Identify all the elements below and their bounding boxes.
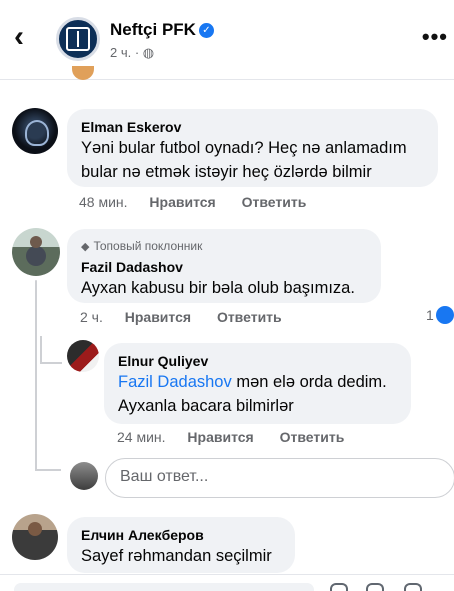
avatar[interactable] [12,228,60,276]
avatar[interactable] [12,514,58,560]
like-reaction-icon [435,306,454,324]
reply-button[interactable]: Ответить [242,194,307,210]
like-button[interactable]: Нравится [125,309,191,325]
thread-line [35,280,37,470]
comment-actions: 48 мин. Нравится Ответить [79,194,328,210]
comment-author[interactable]: Елчин Алекберов [81,526,281,544]
reply-button[interactable]: Ответить [217,309,282,325]
like-button[interactable]: Нравится [187,429,253,445]
comment-bubble: Elman Eskerov Yəni bular futbol oynadı? … [67,109,438,187]
comment-time[interactable]: 2 ч. [80,309,103,325]
diamond-icon: ◆ [81,241,90,253]
page-name[interactable]: Neftçi PFK [110,20,196,40]
comment-text-line: Fazil Dadashov mən elə orda dedim. [118,373,387,391]
reply-button[interactable]: Ответить [280,429,345,445]
thread-line [40,336,42,364]
comment-time[interactable]: 24 мин. [117,429,166,445]
reply-field[interactable] [105,458,454,498]
page-avatar[interactable] [56,17,100,61]
reaction-count[interactable]: 1 [426,306,454,324]
gif-icon[interactable] [330,583,348,591]
more-dots-icon[interactable]: ••• [422,24,448,50]
mention-link[interactable]: Fazil Dadashov [118,373,232,391]
top-fan-badge: ◆ Топовый поклонник [81,239,203,253]
comment-text: Sayef rəhmandan seçilmir [81,547,272,565]
thread-line [40,362,62,364]
comment-composer-bar [0,574,454,591]
comment-text-line: Ayxanla bacara bilmirlər [118,397,294,415]
comment-actions: 2 ч. Нравится Ответить [80,309,304,325]
comment-author[interactable]: Fazil Dadashov [81,258,367,276]
comment-author[interactable]: Elnur Quliyev [118,352,397,370]
comment-text-line: Yəni bular futbol oynadı? Heç nə anlamad… [81,139,407,157]
avatar[interactable] [12,108,58,154]
like-button[interactable]: Нравится [149,194,215,210]
post-header: ‹ Neftçi PFK ✓ 2 ч. · ◍ ••• [0,0,454,80]
sticker-icon[interactable] [366,583,384,591]
avatar [72,66,94,80]
post-meta: 2 ч. · ◍ [110,45,154,61]
post-time[interactable]: 2 ч. [110,45,131,60]
verified-badge-icon: ✓ [199,23,214,38]
comment-actions: 24 мин. Нравится Ответить [117,429,366,445]
avatar[interactable] [67,340,99,372]
comment-author[interactable]: Elman Eskerov [81,118,424,136]
reply-input[interactable] [120,468,440,486]
comment-text: Ayxan kabusu bir bəla olub başımıza. [81,279,355,297]
thread-line [35,469,61,471]
comment-text-line: bular nə etmək istəyir heç özlərdə bilmi… [81,163,372,181]
reply-bubble: Elnur Quliyev Fazil Dadashov mən elə ord… [104,343,411,424]
avatar [70,462,98,490]
globe-icon: · ◍ [134,45,155,60]
comment-time[interactable]: 48 мин. [79,194,128,210]
chevron-left-icon[interactable]: ‹ [14,22,24,52]
camera-icon[interactable] [404,583,422,591]
compose-field[interactable] [14,583,314,591]
comment-bubble: Елчин Алекберов Sayef rəhmandan seçilmir [67,517,295,573]
comment-bubble: ◆ Топовый поклонник Fazil Dadashov Ayxan … [67,229,381,303]
